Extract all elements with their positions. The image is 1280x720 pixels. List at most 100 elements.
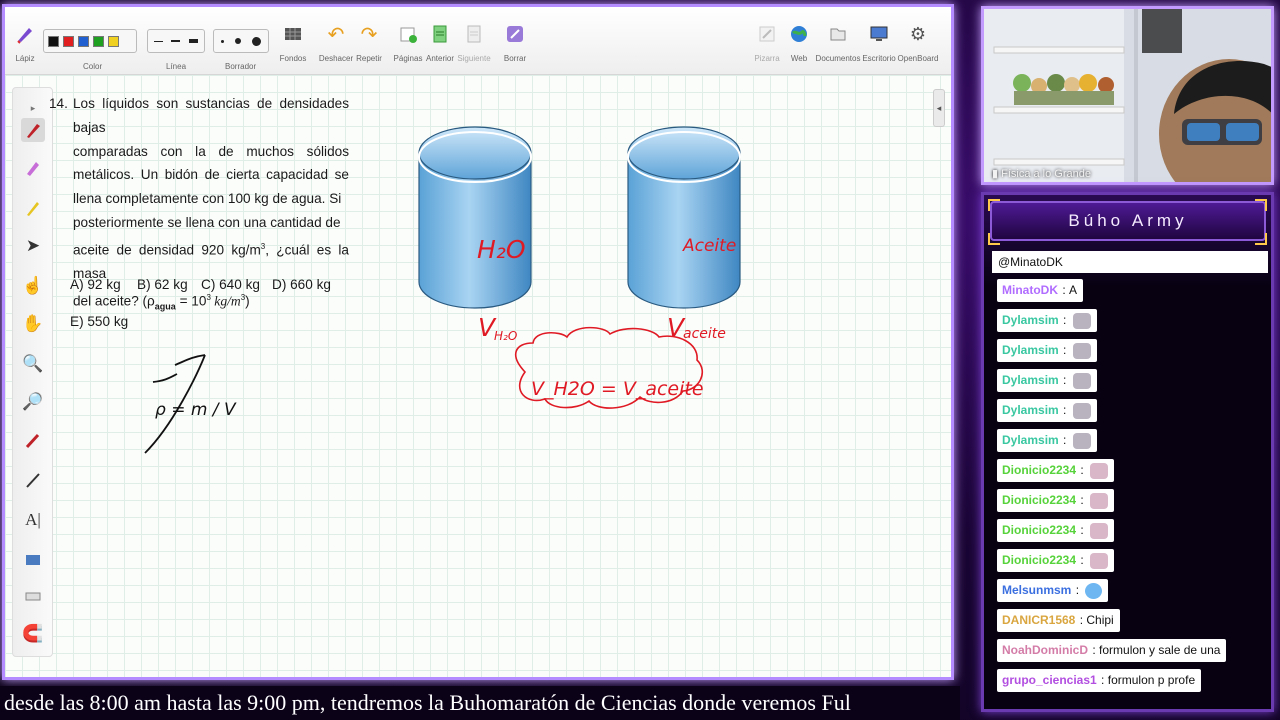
- pen-tool-label: Lápiz: [15, 54, 35, 63]
- chat-separator: :: [1059, 343, 1070, 357]
- chat-username[interactable]: MinatoDK: [1001, 279, 1059, 302]
- color-swatch-green[interactable]: [93, 35, 104, 47]
- pen-tool[interactable]: Lápiz: [5, 23, 47, 63]
- chat-username[interactable]: Dylamsim: [1001, 339, 1060, 362]
- previous-page-label: Anterior: [425, 54, 454, 63]
- next-icon: [463, 23, 485, 45]
- board-toolbar: Lápiz Color Línea Borrador Fondos ↶ Desh…: [5, 7, 951, 75]
- color-swatch-red[interactable]: [63, 35, 74, 47]
- color-picker[interactable]: [43, 29, 137, 53]
- redo-button[interactable]: ↷ Repetir: [347, 23, 391, 64]
- chat-message-text: formulon p profe: [1107, 673, 1196, 687]
- chat-username[interactable]: Melsunmsm: [1001, 579, 1072, 602]
- line-medium-option[interactable]: [171, 40, 181, 42]
- openboard-menu-button[interactable]: ⚙ OpenBoard: [896, 23, 940, 64]
- pig-emote-icon: [1090, 522, 1109, 539]
- line-thin-option[interactable]: [154, 40, 164, 42]
- chat-separator: :: [1059, 433, 1070, 447]
- desktop-mode-label: Escritorio: [862, 54, 896, 63]
- folder-icon: [827, 23, 849, 45]
- chat-username[interactable]: DANICR1568: [1001, 609, 1076, 632]
- chat-username[interactable]: Dionicio2234: [1001, 549, 1077, 572]
- water-container-drawing: [418, 126, 532, 309]
- backgrounds-label: Fondos: [279, 54, 307, 63]
- backgrounds-button[interactable]: Fondos: [271, 23, 315, 63]
- chat-message: Dylamsim :: [997, 429, 1097, 452]
- web-mode-button[interactable]: Web: [777, 23, 821, 63]
- chat-message: Dionicio2234 :: [997, 459, 1115, 482]
- line-width-picker[interactable]: [147, 29, 205, 53]
- chat-separator: :: [1077, 523, 1088, 537]
- color-swatch-black[interactable]: [48, 35, 59, 47]
- cat-emote-icon: [1072, 372, 1091, 389]
- documents-label: Documentos: [815, 54, 861, 63]
- documents-button[interactable]: Documentos: [816, 23, 860, 63]
- color-swatch-blue[interactable]: [78, 35, 89, 47]
- chat-message-text: formulon y sale de una: [1099, 643, 1221, 657]
- chat-message: DANICR1568 : Chipi: [997, 609, 1120, 632]
- chat-username[interactable]: Dylamsim: [1001, 399, 1060, 422]
- chat-separator: :: [1077, 493, 1088, 507]
- chat-username[interactable]: grupo_ciencias1: [1001, 669, 1098, 692]
- line-label: Línea: [166, 62, 187, 71]
- cat-emote-icon: [1072, 402, 1091, 419]
- volume-h2o-subscript: H₂O: [494, 329, 517, 343]
- aceite-handwriting: Aceite: [682, 236, 736, 256]
- chat-message-text: Chipi: [1086, 613, 1114, 627]
- chat-username[interactable]: Dionicio2234: [1001, 489, 1077, 512]
- chat-message: Dylamsim :: [997, 339, 1097, 362]
- webcam-frame: ▮ Física a lo Grande: [981, 6, 1274, 185]
- eraser-medium-option[interactable]: [234, 38, 241, 44]
- chat-separator: :: [1097, 673, 1108, 687]
- chat-username[interactable]: Dylamsim: [1001, 309, 1060, 332]
- next-page-button[interactable]: Siguiente: [452, 23, 496, 63]
- density-formula-handwriting: ρ = m / V: [155, 400, 237, 420]
- color-label: Color: [83, 62, 103, 71]
- chat-title: Búho Army: [1068, 211, 1188, 230]
- background-icon: [282, 23, 304, 45]
- board-canvas[interactable]: ▸ ➤ ☝ ✋ 🔍 🔎 A| 🧲 ◂ 14. Los líquidos son …: [5, 75, 951, 677]
- oil-container-drawing: [627, 126, 741, 309]
- drawing-layer: H₂O Aceite V H₂O V aceite V_H2O = V_acei…: [144, 126, 741, 454]
- webcam-feed: [984, 9, 1271, 182]
- chat-message-text: A: [1069, 283, 1078, 297]
- chat-username[interactable]: Dylamsim: [1001, 429, 1060, 452]
- chat-username[interactable]: Dionicio2234: [1001, 459, 1077, 482]
- chat-message: Melsunmsm :: [997, 579, 1109, 602]
- volume-aceite-subscript: aceite: [683, 326, 726, 342]
- next-page-label: Siguiente: [457, 54, 491, 63]
- chat-separator: :: [1059, 373, 1070, 387]
- eraser-small-option[interactable]: [221, 39, 225, 43]
- pig-emote-icon: [1090, 492, 1109, 509]
- news-ticker: desde las 8:00 am hasta las 9:00 pm, ten…: [0, 686, 960, 720]
- desktop-mode-button[interactable]: Escritorio: [857, 23, 901, 63]
- corner-ornament: [1255, 199, 1267, 211]
- eraser-size-picker[interactable]: [213, 29, 269, 53]
- redo-label: Repetir: [356, 54, 382, 63]
- whiteboard-icon: [756, 23, 778, 45]
- chat-message: Dylamsim :: [997, 309, 1097, 332]
- cat-emote-icon: [1072, 342, 1091, 359]
- eraser-label: Borrador: [225, 62, 257, 71]
- chat-message: NoahDominicD : formulon y sale de una: [997, 639, 1227, 662]
- stream-overlay: Lápiz Color Línea Borrador Fondos ↶ Desh…: [0, 0, 1280, 720]
- clear-page-label: Borrar: [503, 54, 527, 63]
- chat-separator: :: [1072, 583, 1083, 597]
- corner-ornament: [1255, 233, 1267, 245]
- color-swatch-yellow[interactable]: [108, 35, 119, 47]
- chat-message: Dylamsim :: [997, 369, 1097, 392]
- chat-username[interactable]: NoahDominicD: [1001, 639, 1089, 662]
- chat-separator: :: [1077, 553, 1088, 567]
- chat-username[interactable]: Dionicio2234: [1001, 519, 1077, 542]
- line-thick-option[interactable]: [188, 39, 198, 43]
- chat-message: Dionicio2234 :: [997, 489, 1115, 512]
- clear-page-button[interactable]: Borrar: [493, 23, 537, 63]
- chat-username[interactable]: Dylamsim: [1001, 369, 1060, 392]
- chat-separator: :: [1059, 403, 1070, 417]
- ticker-text: desde las 8:00 am hasta las 9:00 pm, ten…: [4, 690, 851, 715]
- redo-icon: ↷: [360, 23, 378, 46]
- chat-separator: :: [1059, 283, 1070, 297]
- eraser-large-option[interactable]: [251, 36, 261, 46]
- channel-name: Física a lo Grande: [1001, 168, 1091, 180]
- pig-emote-icon: [1090, 552, 1109, 569]
